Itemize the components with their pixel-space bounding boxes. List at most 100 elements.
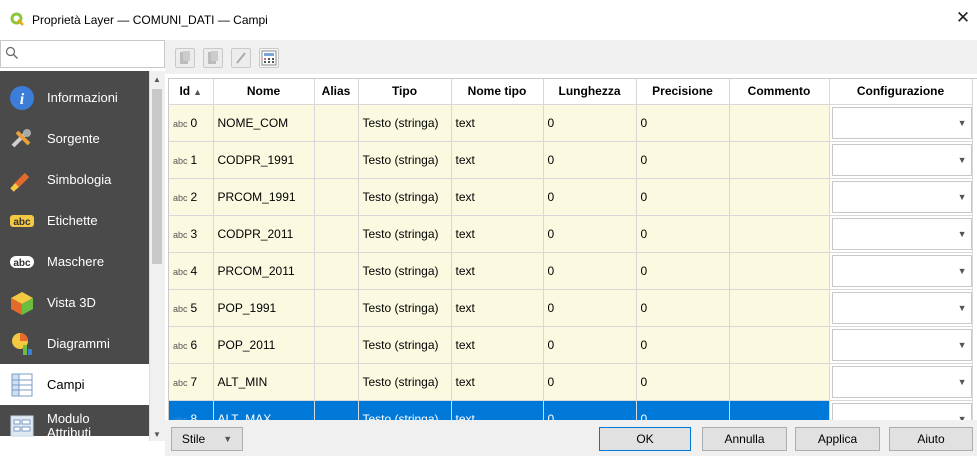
cell-nome[interactable]: ALT_MIN	[213, 363, 315, 401]
cell-precisione[interactable]: 0	[636, 141, 730, 179]
column-header-commento[interactable]: Commento	[729, 79, 830, 105]
cell-commento[interactable]	[729, 363, 830, 401]
cell-nome-tipo[interactable]: text	[451, 141, 544, 179]
sidebar-item-informazioni[interactable]: i Informazioni	[0, 77, 149, 118]
cell-nome-tipo[interactable]: text	[451, 289, 544, 327]
cell-precisione[interactable]: 0	[636, 252, 730, 290]
cell-alias[interactable]	[314, 400, 359, 420]
cell-id[interactable]: abc 2	[169, 178, 214, 216]
widget-config-dropdown[interactable]: ▼	[831, 291, 971, 324]
cell-nome-tipo[interactable]: text	[451, 178, 544, 216]
column-header-nome[interactable]: Nome	[213, 79, 315, 105]
cancel-button[interactable]: Annulla	[702, 427, 787, 451]
column-header-lunghezza[interactable]: Lunghezza	[543, 79, 637, 105]
cell-nome-tipo[interactable]: text	[451, 215, 544, 253]
cell-id[interactable]: abc 7	[169, 363, 214, 401]
cell-nome[interactable]: PRCOM_2011	[213, 252, 315, 290]
style-menu-button[interactable]: Stile ▼	[171, 427, 243, 451]
scroll-down-icon[interactable]: ▼	[153, 430, 161, 439]
field-calculator-button[interactable]	[259, 48, 279, 68]
sidebar-item-diagrammi[interactable]: Diagrammi	[0, 323, 149, 364]
cell-lunghezza[interactable]: 0	[543, 104, 637, 142]
sidebar-item-sorgente[interactable]: Sorgente	[0, 118, 149, 159]
cell-lunghezza[interactable]: 0	[543, 252, 637, 290]
cell-id[interactable]: abc 6	[169, 326, 214, 364]
cell-alias[interactable]	[314, 141, 359, 179]
scrollbar-thumb[interactable]	[152, 89, 162, 264]
cell-tipo[interactable]: Testo (stringa)	[358, 252, 452, 290]
cell-lunghezza[interactable]: 0	[543, 363, 637, 401]
column-header-alias[interactable]: Alias	[314, 79, 359, 105]
table-row[interactable]: abc 5 POP_1991 Testo (stringa) text 0 0 ▼	[169, 289, 973, 327]
table-row[interactable]: abc 3 CODPR_2011 Testo (stringa) text 0 0 ▼	[169, 215, 973, 253]
column-header-tipo[interactable]: Tipo	[358, 79, 452, 105]
cell-nome[interactable]: ALT_MAX	[213, 400, 315, 420]
cell-nome[interactable]: CODPR_1991	[213, 141, 315, 179]
cell-precisione[interactable]: 0	[636, 326, 730, 364]
cell-alias[interactable]	[314, 215, 359, 253]
sidebar-scrollbar[interactable]: ▲ ▼	[149, 71, 165, 441]
cell-alias[interactable]	[314, 252, 359, 290]
cell-commento[interactable]	[729, 289, 830, 327]
cell-precisione[interactable]: 0	[636, 215, 730, 253]
table-row[interactable]: abc 6 POP_2011 Testo (stringa) text 0 0 ▼	[169, 326, 973, 364]
widget-config-dropdown[interactable]: ▼	[831, 106, 971, 139]
cell-tipo[interactable]: Testo (stringa)	[358, 326, 452, 364]
table-row[interactable]: abc 1 CODPR_1991 Testo (stringa) text 0 0 ▼	[169, 141, 973, 179]
sidebar-item-campi[interactable]: Campi	[0, 364, 149, 405]
cell-nome[interactable]: CODPR_2011	[213, 215, 315, 253]
cell-alias[interactable]	[314, 326, 359, 364]
cell-lunghezza[interactable]: 0	[543, 215, 637, 253]
cell-nome-tipo[interactable]: text	[451, 363, 544, 401]
cell-id[interactable]: abc 4	[169, 252, 214, 290]
sidebar-item-maschere[interactable]: abc Maschere	[0, 241, 149, 282]
sidebar-item-simbologia[interactable]: Simbologia	[0, 159, 149, 200]
cell-commento[interactable]	[729, 252, 830, 290]
column-header-precisione[interactable]: Precisione	[636, 79, 730, 105]
cell-precisione[interactable]: 0	[636, 178, 730, 216]
new-field-button[interactable]	[175, 48, 195, 68]
sidebar-item-modulo-attributi[interactable]: Modulo Attributi	[0, 405, 149, 446]
cell-lunghezza[interactable]: 0	[543, 289, 637, 327]
cell-precisione[interactable]: 0	[636, 400, 730, 420]
cell-nome-tipo[interactable]: text	[451, 400, 544, 420]
widget-config-dropdown[interactable]: ▼	[831, 365, 971, 398]
widget-config-dropdown[interactable]: ▼	[831, 143, 971, 176]
cell-nome-tipo[interactable]: text	[451, 104, 544, 142]
cell-alias[interactable]	[314, 289, 359, 327]
column-header-configurazione[interactable]: Configurazione	[829, 79, 973, 105]
scroll-up-icon[interactable]: ▲	[153, 75, 161, 84]
cell-alias[interactable]	[314, 104, 359, 142]
cell-precisione[interactable]: 0	[636, 289, 730, 327]
widget-config-dropdown[interactable]: ▼	[831, 180, 971, 213]
cell-alias[interactable]	[314, 363, 359, 401]
cell-commento[interactable]	[729, 400, 830, 420]
cell-commento[interactable]	[729, 326, 830, 364]
cell-tipo[interactable]: Testo (stringa)	[358, 400, 452, 420]
table-row[interactable]: abc 4 PRCOM_2011 Testo (stringa) text 0 0 ▼	[169, 252, 973, 290]
table-row[interactable]: abc 7 ALT_MIN Testo (stringa) text 0 0 ▼	[169, 363, 973, 401]
cell-precisione[interactable]: 0	[636, 104, 730, 142]
ok-button[interactable]: OK	[599, 427, 691, 451]
cell-lunghezza[interactable]: 0	[543, 400, 637, 420]
cell-lunghezza[interactable]: 0	[543, 326, 637, 364]
cell-lunghezza[interactable]: 0	[543, 141, 637, 179]
search-input[interactable]	[0, 40, 165, 68]
sidebar-item-etichette[interactable]: abc Etichette	[0, 200, 149, 241]
cell-nome[interactable]: POP_1991	[213, 289, 315, 327]
column-header-id[interactable]: Id ▲	[169, 79, 214, 105]
cell-id[interactable]: abc 5	[169, 289, 214, 327]
toggle-edit-button[interactable]	[231, 48, 251, 68]
cell-nome[interactable]: POP_2011	[213, 326, 315, 364]
cell-commento[interactable]	[729, 141, 830, 179]
close-icon[interactable]: ✕	[955, 9, 971, 26]
delete-field-button[interactable]	[203, 48, 223, 68]
cell-tipo[interactable]: Testo (stringa)	[358, 363, 452, 401]
sidebar-item-vista-3d[interactable]: Vista 3D	[0, 282, 149, 323]
cell-commento[interactable]	[729, 178, 830, 216]
widget-config-dropdown[interactable]: ▼	[831, 217, 971, 250]
widget-config-dropdown[interactable]: ▼	[831, 328, 971, 361]
cell-tipo[interactable]: Testo (stringa)	[358, 289, 452, 327]
cell-precisione[interactable]: 0	[636, 363, 730, 401]
help-button[interactable]: Aiuto	[889, 427, 973, 451]
